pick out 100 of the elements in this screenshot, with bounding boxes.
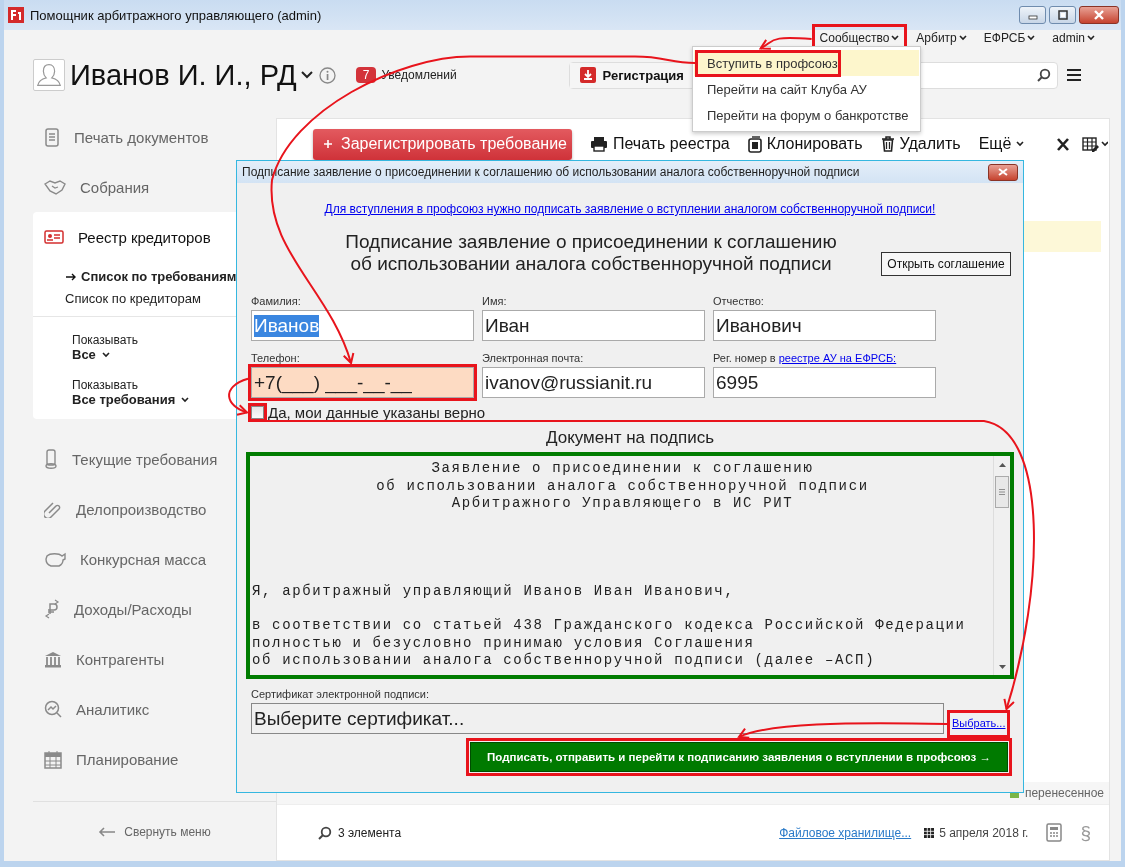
document-text: полностью и безусловно принимаю условия Соглашения: [252, 634, 756, 652]
download-icon: [579, 67, 596, 83]
avatar-icon: [33, 59, 65, 91]
input-field[interactable]: Иванович: [713, 310, 936, 341]
menu-item[interactable]: Перейти на форум о банкротстве: [693, 102, 920, 128]
sidebar-item[interactable]: Печать документов: [33, 112, 276, 162]
sidebar-subitem[interactable]: Список по требованиям: [65, 269, 276, 284]
user-name[interactable]: Иванов И. И., РД: [70, 58, 297, 92]
annotation-arrow: [228, 377, 249, 416]
analytics-icon: [44, 700, 62, 718]
dialog-heading: Подписание заявление о присоединении к соглашению: [344, 231, 838, 253]
checkbox-label: Да, мои данные указаны верно: [268, 404, 486, 421]
close-button[interactable]: [988, 163, 1018, 181]
calculator-icon: [1046, 823, 1063, 842]
input-field[interactable]: Иван: [482, 310, 705, 341]
notifications-link[interactable]: Уведомлений: [381, 68, 457, 82]
scroll-grip-icon: [999, 489, 1005, 495]
field-label: Телефон:: [251, 351, 301, 366]
input-field[interactable]: Иванов: [251, 310, 474, 341]
nav-menu[interactable]: Арбитр: [914, 30, 969, 46]
field-label: Имя:: [482, 294, 508, 309]
caret-icon: [1087, 35, 1095, 41]
file-storage-link[interactable]: Файловое хранилище...: [779, 825, 912, 840]
menu-icon: [1065, 68, 1082, 82]
nav-menu[interactable]: ЕФРСБ: [981, 30, 1038, 46]
toolbar-button[interactable]: Клонировать: [747, 135, 863, 153]
trash-icon: [880, 136, 895, 152]
scrollbar[interactable]: [993, 456, 1010, 675]
document-icon: [44, 127, 60, 147]
paperclip-icon: [44, 500, 62, 518]
input-field[interactable]: ivanov@russianit.ru: [482, 367, 705, 398]
caret-icon: [300, 71, 313, 79]
app-icon: [8, 7, 24, 23]
nav-menu[interactable]: Сообщество: [817, 30, 902, 46]
scroll-icon: [44, 449, 58, 469]
scroll-up-icon: [998, 462, 1006, 467]
sidebar-item[interactable]: Конкурсная масса: [33, 534, 276, 584]
item-count: 3 элемента: [338, 825, 403, 840]
sidebar-item[interactable]: Делопроизводство: [33, 484, 276, 534]
search-icon: [318, 825, 332, 840]
register-claim-button[interactable]: Зарегистрировать требование: [313, 128, 572, 160]
x-icon: [1056, 137, 1071, 151]
bank-icon: [44, 650, 62, 668]
maximize-icon: [1057, 10, 1068, 20]
calendar-icon: [44, 749, 62, 769]
input-field[interactable]: +7(___) ___-__-__: [251, 367, 474, 398]
document-text: Я, арбитражный управляющий Иванов Иван Иванович,: [252, 582, 736, 600]
document-text: об использовании аналога собственноручной подписи (далее –АСП): [252, 652, 877, 670]
toolbar-button[interactable]: Ещё: [978, 135, 1025, 153]
notice-link[interactable]: Для вступления в профсоюз нужно подписать заявление о вступлении аналогом собственноручной подписи!: [324, 202, 936, 216]
registry-link[interactable]: реестре АУ на ЕФРСБ:: [778, 352, 897, 364]
field-label: Сертификат электронной подписи:: [250, 688, 430, 700]
legend-label: перенесенное: [1024, 786, 1104, 800]
field-label: Рег. номер в реестре АУ на ЕФРСБ:: [713, 351, 898, 366]
filter-label: Показывать: [72, 333, 139, 347]
close-button[interactable]: [1079, 6, 1119, 24]
minimize-button[interactable]: [1019, 6, 1046, 24]
arrow-left-icon: [98, 826, 117, 837]
choose-link[interactable]: Выбрать...: [951, 714, 1007, 734]
document-text: об использовании аналога собственноручной подписи: [376, 477, 869, 495]
nav-menu[interactable]: admin: [1050, 30, 1097, 46]
toolbar-button[interactable]: Печать реестра: [590, 135, 730, 153]
sidebar-item[interactable]: Планирование: [33, 734, 276, 784]
open-agreement-button[interactable]: Открыть соглашение: [881, 252, 1011, 276]
dialog-heading: об использовании аналога собственноручной подписи: [349, 253, 833, 275]
registration-button[interactable]: Регистрация: [569, 62, 695, 88]
document-text: Заявление о присоединении к соглашению: [431, 460, 814, 478]
document-text: Арбитражного Управляющего в ИС РИТ: [451, 495, 794, 513]
date-label: 5 апреля 2018 г.: [939, 825, 1029, 840]
close-icon: [1093, 10, 1105, 20]
info-icon: [318, 66, 336, 84]
currency-exchange-icon: [44, 599, 60, 619]
scroll-down-icon: [998, 664, 1006, 669]
window-title: Помощник арбитражного управляющего (admin): [30, 7, 323, 23]
piggy-bank-icon: [44, 551, 66, 567]
notification-badge: 7: [355, 67, 377, 83]
id-card-icon: [44, 230, 64, 244]
certificate-field[interactable]: Выберите сертификат...: [251, 703, 944, 734]
caret-icon: [958, 35, 967, 41]
printer-icon: [590, 136, 608, 152]
calendar-icon: [923, 826, 936, 839]
field-label: Фамилия:: [251, 294, 302, 309]
menu-item[interactable]: Вступить в профсоюз: [694, 50, 919, 76]
copy-icon: [747, 135, 762, 153]
sidebar-item[interactable]: Реестр кредиторов: [33, 212, 276, 262]
document-text: в соответствии со статьей 438 Гражданского кодекса Российской Федерации: [252, 617, 967, 635]
table-edit-icon: [1082, 136, 1109, 152]
document-title: Документ на подпись: [546, 429, 714, 446]
toolbar-button[interactable]: Удалить: [880, 135, 961, 153]
caret-icon: [891, 35, 900, 41]
close-icon: [998, 168, 1008, 176]
search-icon: [1036, 68, 1051, 82]
maximize-button[interactable]: [1049, 6, 1076, 24]
field-label: Электронная почта:: [482, 351, 585, 366]
input-field[interactable]: 6995: [713, 367, 936, 398]
caret-icon: [1016, 141, 1025, 147]
plus-icon: [323, 139, 333, 149]
caret-icon: [101, 351, 110, 358]
caret-icon: [1027, 35, 1036, 41]
sidebar-item[interactable]: Текущие требования: [33, 434, 276, 484]
